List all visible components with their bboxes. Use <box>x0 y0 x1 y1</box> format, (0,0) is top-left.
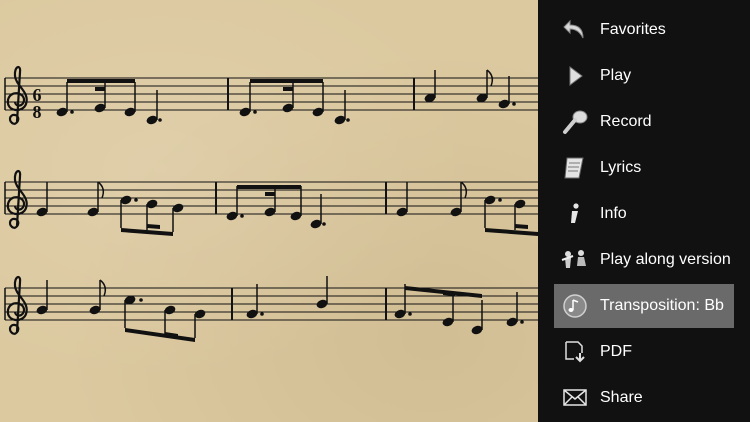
dot <box>158 118 162 122</box>
menu-item-label: Info <box>600 205 627 222</box>
beam <box>95 87 105 91</box>
menu-item-favorites[interactable]: Favorites <box>554 8 734 52</box>
beam <box>485 228 538 236</box>
menu-item-label: Share <box>600 389 643 406</box>
menu-item-record[interactable]: Record <box>554 100 734 144</box>
dot <box>139 298 143 302</box>
dot <box>253 110 257 114</box>
beam <box>283 87 293 91</box>
menu-item-play-along[interactable]: Play along version <box>554 238 734 282</box>
treble-clef <box>6 66 28 126</box>
band-icon <box>560 245 590 275</box>
beam <box>237 185 301 189</box>
beam <box>147 224 160 229</box>
clefs <box>6 66 28 336</box>
menu-item-pdf[interactable]: PDF <box>554 330 734 374</box>
dot <box>512 102 516 106</box>
treble-clef <box>6 276 28 336</box>
menu-item-share[interactable]: Share <box>554 376 734 420</box>
beam <box>515 224 528 229</box>
transposition-icon <box>560 291 590 321</box>
envelope-icon <box>560 383 590 413</box>
dot <box>520 320 524 324</box>
dot <box>70 110 74 114</box>
favorites-back-arrow-icon <box>560 15 590 45</box>
menu-item-play[interactable]: Play <box>554 54 734 98</box>
dot <box>346 118 350 122</box>
beam <box>67 79 135 83</box>
beam <box>265 192 275 196</box>
menu-item-transposition[interactable]: Transposition: Bb <box>554 284 734 328</box>
dot <box>134 198 138 202</box>
play-icon <box>560 61 590 91</box>
microphone-icon <box>560 107 590 137</box>
dot <box>498 198 502 202</box>
sheet-music-view: 6 8 <box>0 0 538 422</box>
dot <box>408 312 412 316</box>
menu-item-info[interactable]: Info <box>554 192 734 236</box>
sheet-music: 6 8 <box>4 66 538 342</box>
menu-item-label: PDF <box>600 343 632 360</box>
dot <box>240 214 244 218</box>
time-signature-bottom: 8 <box>33 102 42 122</box>
dot <box>322 222 326 226</box>
dot <box>260 312 264 316</box>
menu-item-label: Record <box>600 113 652 130</box>
staves <box>5 77 538 321</box>
pdf-download-icon <box>560 337 590 367</box>
scroll-icon <box>560 153 590 183</box>
beam <box>250 79 323 83</box>
barlines <box>4 78 415 320</box>
menu-item-label: Play <box>600 67 632 84</box>
menu-item-label: Lyrics <box>600 159 642 176</box>
menu-item-label: Play along version <box>600 251 731 268</box>
menu-item-label: Transposition: Bb <box>600 297 724 314</box>
beam <box>125 328 195 342</box>
treble-clef <box>6 170 28 230</box>
menu-item-lyrics[interactable]: Lyrics <box>554 146 734 190</box>
side-menu: Favorites Play Record Lyrics Info Play a… <box>538 0 750 422</box>
menu-item-label: Favorites <box>600 21 666 38</box>
info-icon <box>560 199 590 229</box>
